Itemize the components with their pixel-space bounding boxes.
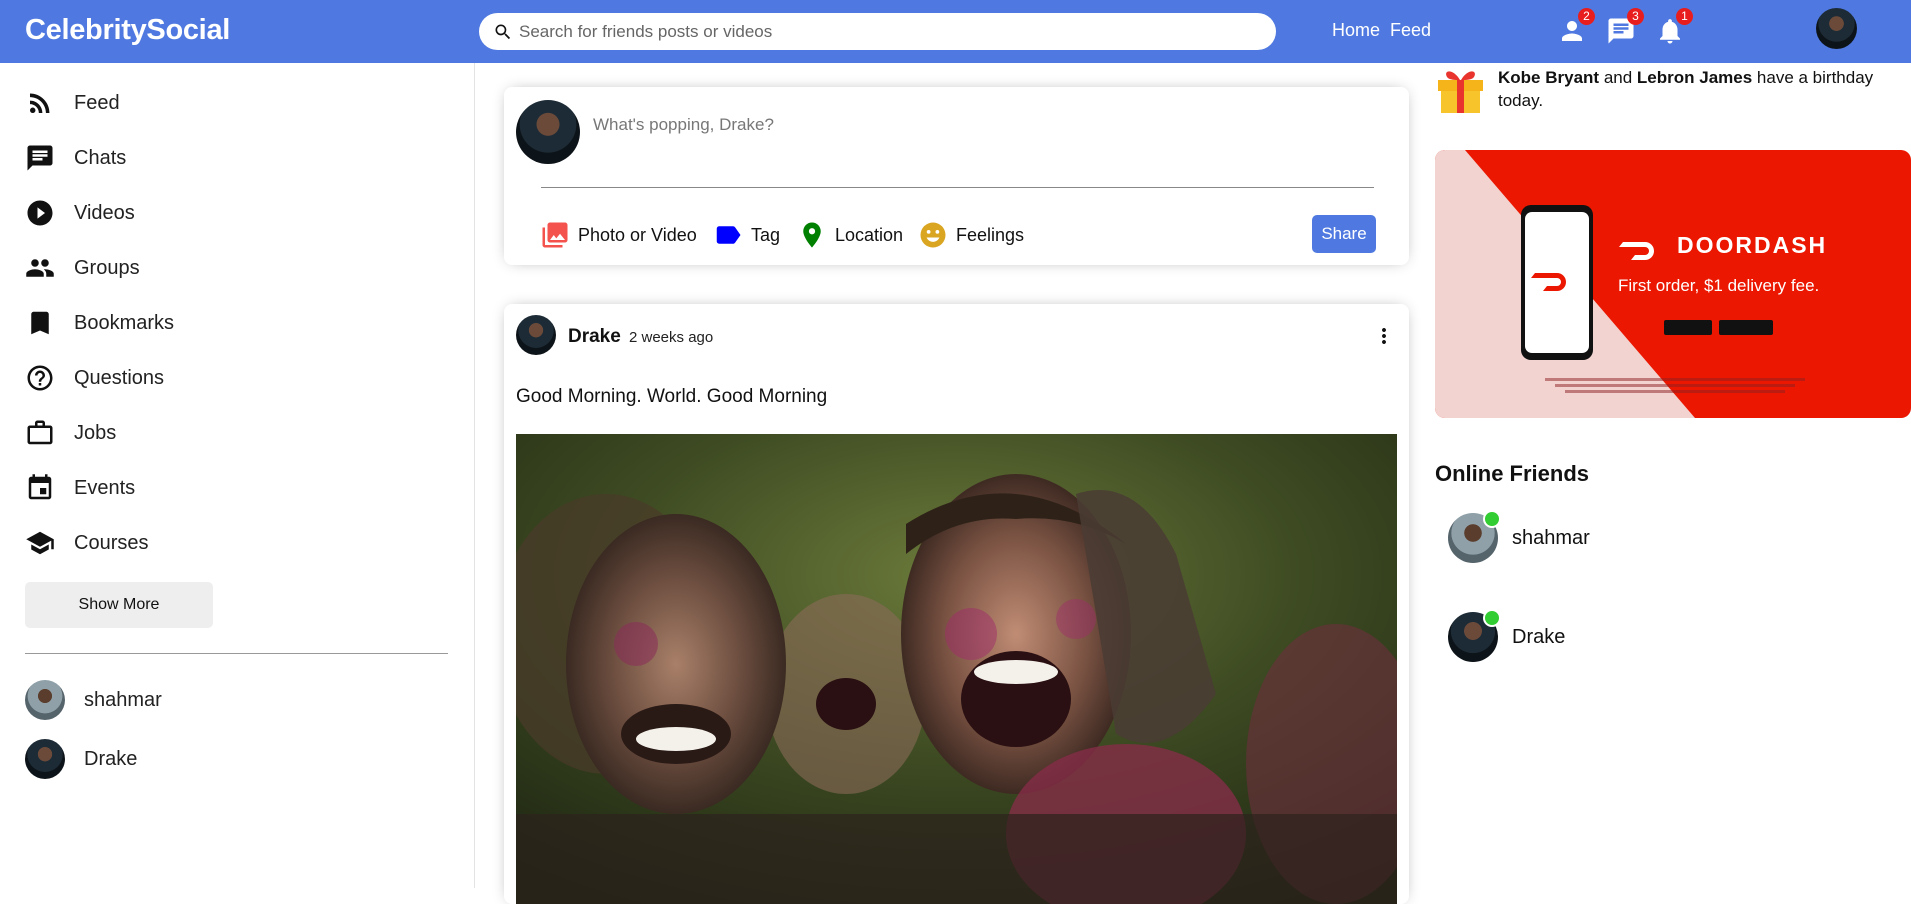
avatar[interactable] [516, 100, 580, 164]
option-tag[interactable]: Tag [713, 220, 780, 250]
rss-feed-icon [30, 93, 50, 113]
sidebar-friend-drake[interactable]: Drake [25, 738, 137, 780]
app-logo[interactable]: CelebritySocial [25, 14, 230, 47]
option-label: Location [835, 224, 904, 245]
sidebar-divider [25, 653, 448, 654]
avatar [25, 739, 65, 779]
option-label: Photo or Video [578, 224, 697, 245]
topbar: CelebritySocial Home Feed 2 3 1 [0, 0, 1911, 63]
sidebar-item-label: Feed [74, 91, 120, 114]
online-friends-title: Online Friends [1435, 461, 1590, 486]
post-username[interactable]: Drake [568, 326, 621, 348]
post-date: 2 weeks ago [629, 329, 714, 346]
post-image[interactable] [516, 434, 1397, 904]
sidebar-item-questions[interactable]: Questions [25, 358, 164, 398]
messages-badge: 3 [1627, 8, 1644, 25]
more-vert-icon[interactable] [1372, 321, 1396, 351]
bookmark-icon [31, 311, 49, 335]
calendar-icon [28, 474, 52, 500]
avatar-wrapper [1448, 609, 1501, 662]
avatar-wrapper [1448, 510, 1501, 563]
sidebar-item-label: Events [74, 476, 136, 499]
sidebar-item-label: Groups [74, 256, 140, 279]
sidebar-item-groups[interactable]: Groups [25, 248, 140, 288]
avatar [25, 680, 65, 720]
avatar[interactable] [516, 315, 556, 355]
sidebar-item-label: Videos [74, 201, 135, 224]
photo-library-icon [542, 222, 568, 248]
option-feelings[interactable]: Feelings [918, 220, 1024, 250]
ad-brand: DOORDASH [1677, 232, 1828, 258]
chat-icon [27, 145, 53, 171]
sidebar-item-jobs[interactable]: Jobs [25, 413, 116, 453]
option-label: Tag [751, 224, 781, 245]
profile-avatar[interactable] [1816, 8, 1857, 49]
sidebar-item-chats[interactable]: Chats [25, 138, 126, 178]
search-icon [495, 24, 511, 40]
sidebar: Feed Chats Videos Groups Bookmarks Quest… [0, 63, 475, 888]
sidebar-item-label: Jobs [74, 421, 117, 444]
share-button[interactable]: Share [1312, 215, 1376, 253]
briefcase-icon [27, 420, 53, 445]
share-input[interactable] [593, 115, 1293, 135]
sidebar-item-label: Questions [74, 366, 165, 389]
group-icon [26, 259, 54, 277]
gift-icon [1438, 71, 1483, 113]
birthday-name-2[interactable]: Lebron James [1637, 68, 1752, 87]
post: Drake 2 weeks ago Good Morning. World. G… [504, 304, 1409, 904]
post-text: Good Morning. World. Good Morning [516, 386, 828, 407]
sidebar-item-label: Bookmarks [74, 311, 175, 334]
option-label: Feelings [956, 224, 1025, 245]
online-indicator [1483, 510, 1501, 528]
share-card: Photo or Video Tag Location Feelings Sha… [504, 87, 1409, 265]
sidebar-item-label: Chats [74, 146, 127, 169]
sidebar-item-bookmarks[interactable]: Bookmarks [25, 303, 174, 343]
friend-name: shahmar [84, 688, 162, 711]
sidebar-item-feed[interactable]: Feed [25, 83, 120, 123]
option-location[interactable]: Location [797, 220, 903, 250]
top-links: Home Feed [1332, 20, 1441, 41]
sidebar-item-label: Courses [74, 531, 149, 554]
sidebar-item-courses[interactable]: Courses [25, 523, 148, 563]
search-input[interactable] [519, 13, 1259, 50]
messages-button[interactable]: 3 [1606, 8, 1644, 46]
online-friend-drake[interactable]: Drake [1448, 609, 1566, 663]
online-friend-shahmar[interactable]: shahmar [1448, 510, 1590, 564]
feed-link[interactable]: Feed [1390, 20, 1431, 40]
friend-name: shahmar [1512, 526, 1590, 549]
sidebar-friend-shahmar[interactable]: shahmar [25, 679, 162, 721]
birthday-and: and [1603, 68, 1633, 87]
sidebar-item-videos[interactable]: Videos [25, 193, 135, 233]
show-more-button[interactable]: Show More [25, 582, 213, 628]
birthday-text: Kobe Bryant and Lebron James have a birt… [1498, 66, 1911, 112]
notifications-badge: 1 [1676, 8, 1693, 25]
friend-name: Drake [1512, 625, 1566, 648]
home-link[interactable]: Home [1332, 20, 1380, 40]
ad-tagline: First order, $1 delivery fee. [1618, 276, 1820, 295]
school-icon [26, 531, 54, 555]
share-divider [541, 187, 1374, 188]
help-circle-icon [27, 365, 53, 391]
play-circle-icon [27, 200, 53, 226]
friend-requests-badge: 2 [1578, 8, 1595, 25]
online-indicator [1483, 609, 1501, 627]
option-photo-video[interactable]: Photo or Video [540, 220, 697, 250]
ad-banner[interactable]: DOORDASH First order, $1 delivery fee. [1435, 150, 1911, 418]
friend-name: Drake [84, 747, 138, 770]
friend-requests-button[interactable]: 2 [1557, 8, 1595, 46]
notifications-button[interactable]: 1 [1655, 8, 1693, 46]
location-pin-icon [803, 222, 821, 248]
sidebar-item-events[interactable]: Events [25, 468, 135, 508]
emoji-icon [920, 222, 946, 248]
birthday-name-1[interactable]: Kobe Bryant [1498, 68, 1599, 87]
search-bar[interactable] [479, 13, 1276, 50]
label-icon [716, 226, 741, 244]
